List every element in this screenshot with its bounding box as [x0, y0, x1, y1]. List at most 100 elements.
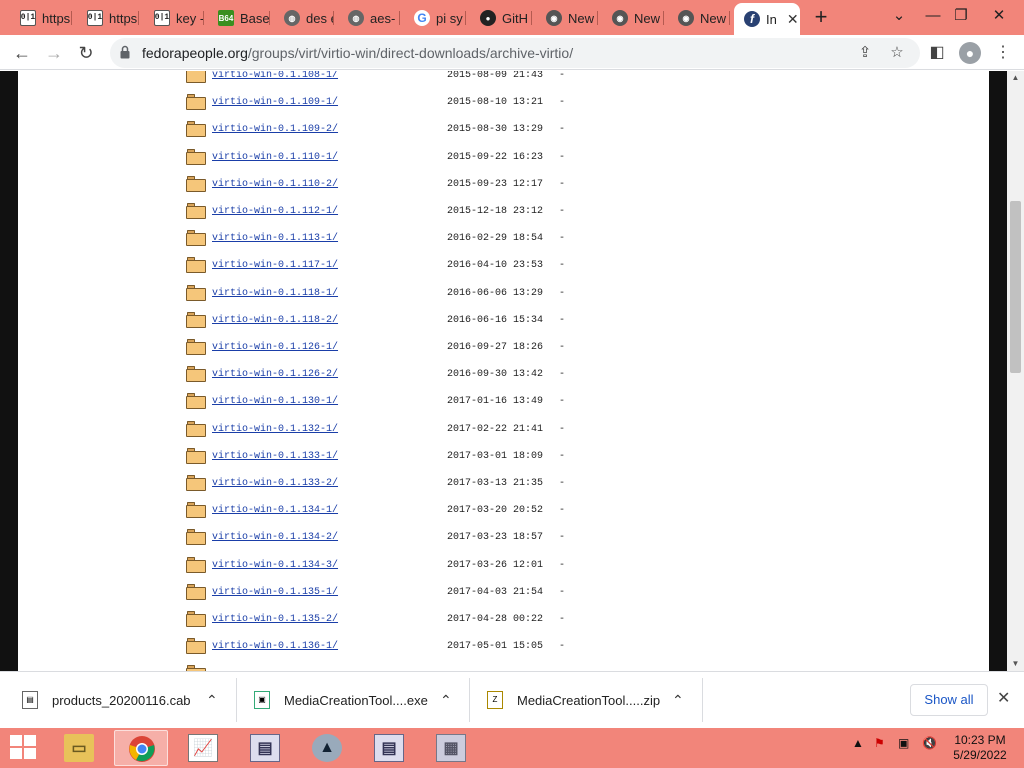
browser-tab[interactable]: ◉ New — [536, 5, 598, 31]
bookmark-star-icon[interactable]: ☆ — [886, 42, 908, 64]
directory-link[interactable]: virtio-win-0.1.130-1/ — [212, 396, 338, 407]
side-panel-icon[interactable]: ◧ — [924, 40, 950, 66]
binary-icon: 0|1 — [87, 10, 103, 26]
download-options-chevron[interactable]: ⌃ — [672, 679, 684, 721]
directory-link[interactable]: virtio-win-0.1.134-1/ — [212, 505, 338, 516]
last-modified: 2015-08-09 21:43 — [447, 71, 544, 81]
size: - — [559, 233, 566, 244]
browser-tab[interactable]: 0|1 https — [10, 5, 72, 31]
last-modified: 2017-03-20 20:52 — [447, 505, 544, 516]
size: - — [559, 532, 566, 543]
browser-tab[interactable]: B64 Base — [208, 5, 270, 31]
directory-link[interactable]: virtio-win-0.1.118-1/ — [212, 288, 338, 299]
address-bar[interactable]: fedorapeople.org/groups/virt/virtio-win/… — [110, 38, 920, 68]
browser-tab[interactable]: ◍ des e — [274, 5, 334, 31]
browser-tab[interactable]: ◉ New — [668, 5, 730, 31]
directory-link[interactable]: virtio-win-0.1.117-1/ — [212, 260, 338, 271]
directory-link[interactable]: virtio-win-0.1.118-2/ — [212, 315, 338, 326]
reload-button[interactable]: ↻ — [72, 39, 100, 67]
show-hidden-icons-chevron[interactable]: ▲ — [852, 736, 864, 750]
download-item[interactable]: ▣ MediaCreationTool....exe — [254, 679, 428, 721]
directory-link[interactable]: virtio-win-0.1.113-1/ — [212, 233, 338, 244]
scroll-up-arrow-icon[interactable]: ▲ — [1007, 71, 1024, 85]
directory-link[interactable]: virtio-win-0.1.126-1/ — [212, 342, 338, 353]
vertical-scrollbar[interactable]: ▲ ▼ — [1007, 71, 1024, 671]
lock-icon[interactable] — [120, 45, 130, 59]
action-center-flag-icon[interactable]: ⚑ — [874, 736, 885, 750]
tab-title: des e — [306, 10, 334, 26]
tab-title: New — [700, 10, 727, 26]
file-explorer-icon[interactable]: ▭ — [52, 730, 106, 766]
directory-link[interactable]: virtio-win-0.1.136-1/ — [212, 641, 338, 652]
directory-link[interactable]: virtio-win-0.1.134-3/ — [212, 560, 338, 571]
tab-search-chevron-icon[interactable]: ⌄ — [884, 4, 914, 28]
download-item[interactable]: ▤ products_20200116.cab — [22, 679, 191, 721]
list-item: virtio-win-0.1.134-2/2017-03-23 18:57 - — [18, 527, 718, 554]
close-tab-icon[interactable]: ✕ — [787, 11, 799, 28]
profile-avatar-icon[interactable]: ● — [959, 42, 981, 64]
menu-kebab-icon[interactable]: ⋮ — [990, 40, 1016, 66]
clock-time: 10:23 PM — [954, 733, 1006, 747]
directory-link[interactable]: virtio-win-0.1.135-2/ — [212, 614, 338, 625]
directory-link[interactable]: virtio-win-0.1.132-1/ — [212, 424, 338, 435]
download-options-chevron[interactable]: ⌃ — [440, 679, 452, 721]
directory-link[interactable]: virtio-win-0.1.112-1/ — [212, 206, 338, 217]
network-icon[interactable]: ▣ — [898, 736, 909, 750]
directory-link[interactable]: virtio-win-0.1.109-1/ — [212, 97, 338, 108]
binary-icon: 0|1 — [20, 10, 36, 26]
steam-icon[interactable]: ▲ — [300, 730, 354, 766]
directory-link[interactable]: virtio-win-0.1.110-1/ — [212, 152, 338, 163]
last-modified: 2015-08-10 13:21 — [447, 97, 544, 108]
url-text[interactable]: fedorapeople.org/groups/virt/virtio-win/… — [142, 45, 573, 61]
close-window-button[interactable]: ✕ — [984, 4, 1014, 28]
size: - — [559, 71, 566, 81]
list-item: virtio-win-0.1.109-1/2015-08-10 13:21 - — [18, 92, 718, 119]
folder-icon — [186, 285, 206, 301]
folder-icon — [186, 203, 206, 219]
browser-tab[interactable]: ◍ aes- — [338, 5, 400, 31]
browser-tab[interactable]: 0|1 https — [77, 5, 139, 31]
restore-button[interactable]: ❐ — [946, 4, 976, 28]
start-button[interactable] — [10, 735, 38, 761]
tab-title: https — [42, 10, 71, 26]
tab-separator — [333, 11, 334, 25]
forward-button[interactable]: → — [40, 39, 68, 67]
show-all-downloads-button[interactable]: Show all — [910, 684, 988, 716]
globe-icon: ◍ — [284, 10, 300, 26]
close-download-shelf-icon[interactable]: ✕ — [997, 688, 1010, 708]
directory-link[interactable]: virtio-win-0.1.134-2/ — [212, 532, 338, 543]
directory-link[interactable]: virtio-win-0.1.109-2/ — [212, 124, 338, 135]
scroll-down-arrow-icon[interactable]: ▼ — [1007, 657, 1024, 671]
window-app-icon[interactable]: ▤ — [238, 730, 292, 766]
system-clock[interactable]: 10:23 PM 5/29/2022 — [944, 733, 1016, 763]
minimize-button[interactable]: — — [918, 4, 948, 28]
directory-link[interactable]: virtio-win-0.1.126-2/ — [212, 369, 338, 380]
new-tab-button[interactable]: + — [808, 5, 834, 31]
directory-link[interactable]: virtio-win-0.1.133-1/ — [212, 451, 338, 462]
browser-tab[interactable]: ◉ New — [602, 5, 664, 31]
browser-tab[interactable]: f In ✕ — [734, 3, 800, 35]
last-modified: 2017-03-01 18:09 — [447, 451, 544, 462]
browser-tab[interactable]: 0|1 key - — [144, 5, 204, 31]
directory-link[interactable]: virtio-win-0.1.108-1/ — [212, 71, 338, 81]
tab-separator — [399, 11, 400, 25]
browser-tab[interactable]: ● GitH — [470, 5, 532, 31]
page-viewport: virtio-win-0.1.108-1/2015-08-09 21:43- vi… — [0, 71, 1024, 671]
tab-separator — [203, 11, 204, 25]
scroll-thumb[interactable] — [1010, 201, 1021, 373]
photo-app-icon[interactable]: ▦ — [424, 730, 478, 766]
directory-link[interactable]: virtio-win-0.1.135-1/ — [212, 587, 338, 598]
browser-tab[interactable]: Gpi sy — [404, 5, 466, 31]
notepad-icon[interactable]: 📈 — [176, 730, 230, 766]
volume-muted-icon[interactable]: 🔇 — [922, 736, 937, 750]
download-options-chevron[interactable]: ⌃ — [206, 679, 218, 721]
size: - — [559, 179, 566, 190]
directory-link[interactable]: virtio-win-0.1.133-2/ — [212, 478, 338, 489]
back-button[interactable]: ← — [8, 39, 36, 67]
share-icon[interactable]: ⇪ — [854, 42, 876, 64]
directory-link[interactable]: virtio-win-0.1.110-2/ — [212, 179, 338, 190]
window-app-icon[interactable]: ▤ — [362, 730, 416, 766]
chrome-icon[interactable] — [114, 730, 168, 766]
download-item[interactable]: Z MediaCreationTool.....zip — [487, 679, 660, 721]
tab-separator — [269, 11, 270, 25]
